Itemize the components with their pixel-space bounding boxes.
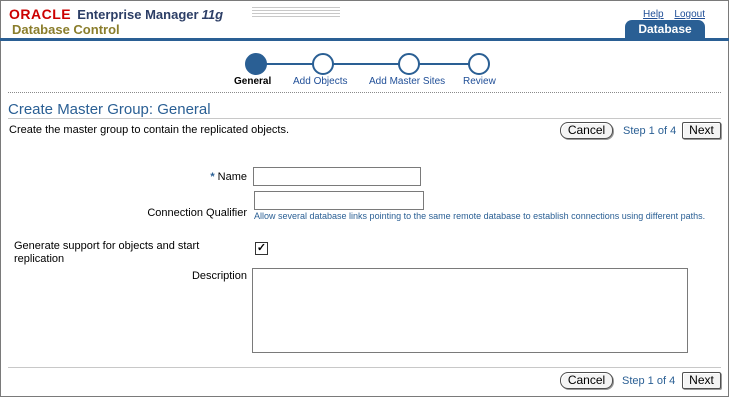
train-step-add-objects-icon[interactable] <box>312 53 334 75</box>
description-field[interactable] <box>252 268 688 353</box>
page-title: Create Master Group: General <box>8 101 211 118</box>
title-divider <box>8 118 721 119</box>
next-button-bottom[interactable]: Next <box>682 372 721 389</box>
train-divider <box>8 92 721 93</box>
generate-support-checkbox[interactable]: ✓ <box>255 242 268 255</box>
global-links: Help Logout <box>635 9 705 20</box>
connection-qualifier-field[interactable] <box>254 191 424 210</box>
name-label-text: Name <box>217 171 247 183</box>
train-step-general-icon <box>245 53 267 75</box>
train-step-add-master-sites-icon[interactable] <box>398 53 420 75</box>
generate-support-label: Generate support for objects and start r… <box>14 240 200 265</box>
name-label: * Name <box>200 171 247 183</box>
required-marker: * <box>210 171 215 183</box>
train-step-add-master-sites[interactable]: Add Master Sites <box>369 76 445 87</box>
train-step-review[interactable]: Review <box>463 76 496 87</box>
tab-bar <box>0 38 729 41</box>
brand-stripe-decoration <box>252 7 340 19</box>
product-version: 11g <box>201 7 224 22</box>
name-field[interactable] <box>253 167 421 186</box>
train-step-add-objects[interactable]: Add Objects <box>293 76 347 87</box>
cancel-button-top[interactable]: Cancel <box>560 122 613 139</box>
next-button-top[interactable]: Next <box>682 122 721 139</box>
train-step-general: General <box>234 76 272 87</box>
cancel-button-bottom[interactable]: Cancel <box>560 372 613 389</box>
page-instruction: Create the master group to contain the r… <box>9 124 290 136</box>
step-indicator-top: Step 1 of 4 <box>623 125 677 137</box>
footer-divider <box>8 367 721 368</box>
train-step-review-icon[interactable] <box>468 53 490 75</box>
product-name: Enterprise Manager <box>77 7 199 22</box>
connection-qualifier-hint: Allow several database links pointing to… <box>254 211 706 221</box>
oracle-logo: ORACLE <box>9 6 72 22</box>
step-indicator-bottom: Step 1 of 4 <box>622 375 676 387</box>
connection-qualifier-label: Connection Qualifier <box>147 207 247 219</box>
description-label: Description <box>191 270 247 282</box>
train-connector <box>257 63 479 65</box>
brand-logo: ORACLE Enterprise Manager 11g <box>9 6 223 22</box>
logout-link[interactable]: Logout <box>674 9 705 20</box>
tab-database[interactable]: Database <box>625 20 705 39</box>
help-link[interactable]: Help <box>643 9 664 20</box>
product-subtitle: Database Control <box>12 22 120 37</box>
